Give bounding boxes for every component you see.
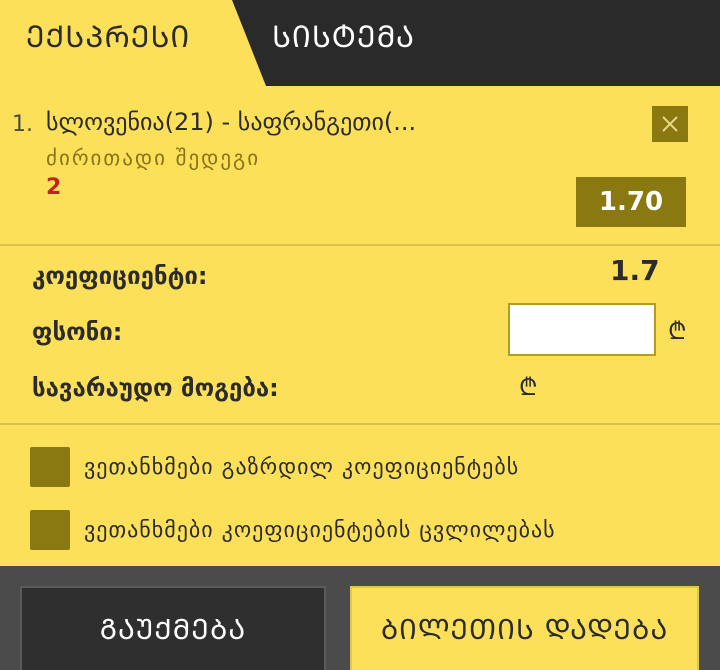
tab-system[interactable]: ᲡᲘᲡᲢᲔᲛᲐ	[272, 0, 415, 76]
coefficient-label: კოეფიციენტი:	[32, 262, 208, 290]
tab-express-label[interactable]: ᲔᲥᲡᲞᲠᲔᲡᲘ	[26, 0, 190, 76]
lari-currency-icon: ₾	[519, 373, 538, 401]
potential-win-label: სავარაუდო მოგება:	[32, 374, 279, 402]
divider	[0, 244, 720, 246]
accept-increased-odds-label: ვეთანხმები გაზრდილ კოეფიციენტებს	[84, 454, 520, 480]
bet-event-name: სლოვენია(21) - საფრანგეთი(...	[46, 108, 417, 136]
accept-odds-change-checkbox[interactable]	[30, 510, 70, 550]
coefficient-value: 1.7	[610, 254, 660, 287]
tab-bar: ᲔᲥᲡᲞᲠᲔᲡᲘ ᲡᲘᲡᲢᲔᲛᲐ	[0, 0, 720, 86]
accept-odds-change-option[interactable]: ვეთანხმები კოეფიციენტების ცვლილებას	[30, 510, 556, 550]
accept-increased-odds-option[interactable]: ვეთანხმები გაზრდილ კოეფიციენტებს	[30, 447, 519, 487]
divider	[0, 423, 720, 425]
clear-button[interactable]: ᲒᲐᲣᲥᲛᲔᲑᲐ	[20, 586, 326, 670]
bet-slip-item: 1. სლოვენია(21) - საფრანგეთი(... ძირითად…	[0, 86, 720, 244]
place-bet-button[interactable]: ᲑᲘᲚᲔᲗᲘᲡ ᲓᲐᲓᲔᲑᲐ	[350, 586, 699, 670]
stake-label: ფსონი:	[32, 318, 123, 346]
remove-bet-button[interactable]	[652, 106, 688, 142]
bet-odds-badge: 1.70	[576, 177, 686, 227]
bet-number: 1.	[12, 112, 33, 137]
bet-market-name: ძირითადი შედეგი	[46, 146, 261, 170]
bet-outcome: 2	[46, 175, 62, 200]
footer-bar: ᲒᲐᲣᲥᲛᲔᲑᲐ ᲑᲘᲚᲔᲗᲘᲡ ᲓᲐᲓᲔᲑᲐ	[0, 566, 720, 670]
lari-currency-icon: ₾	[668, 317, 687, 345]
close-icon	[662, 116, 678, 132]
accept-increased-odds-checkbox[interactable]	[30, 447, 70, 487]
accept-odds-change-label: ვეთანხმები კოეფიციენტების ცვლილებას	[84, 517, 556, 543]
stake-input[interactable]	[508, 303, 656, 356]
